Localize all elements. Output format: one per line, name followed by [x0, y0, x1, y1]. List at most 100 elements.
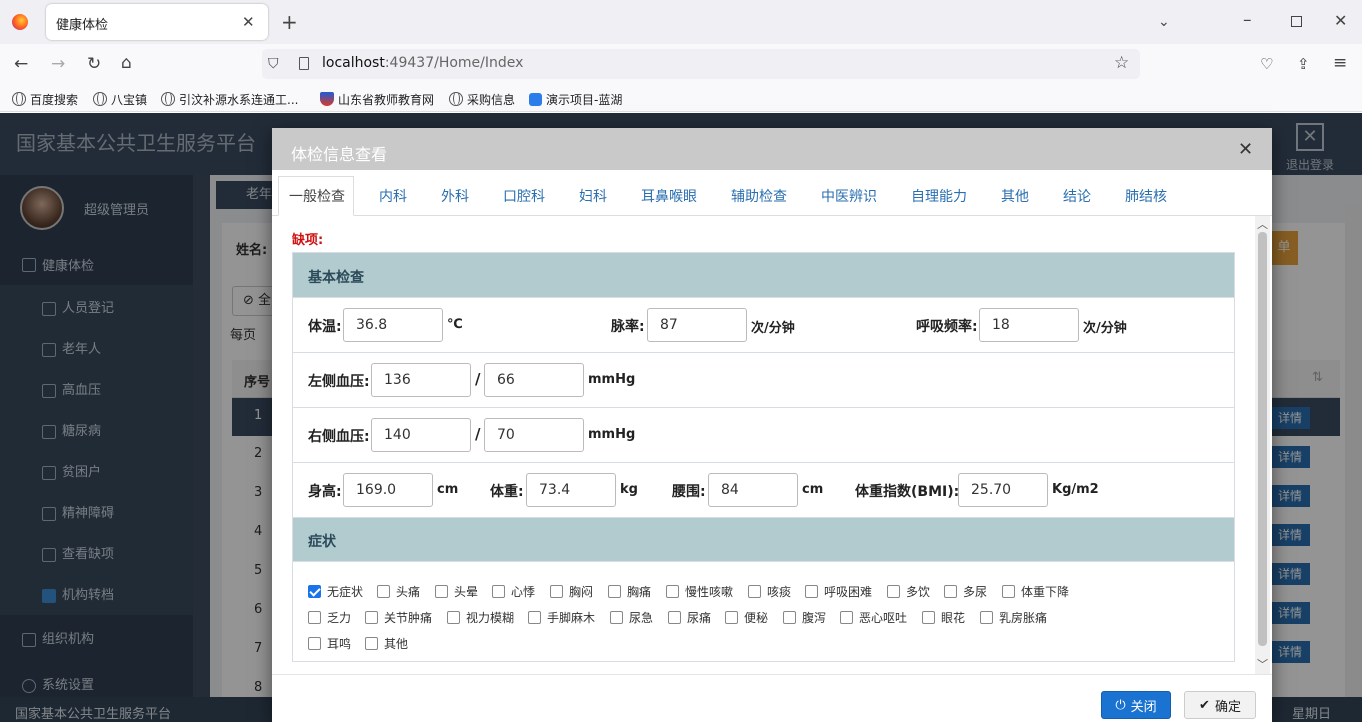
resp-input[interactable]: 18 [979, 308, 1079, 342]
tab-tuberculosis[interactable]: 肺结核 [1125, 186, 1167, 206]
symptom-checkbox[interactable]: 无症状 [308, 583, 363, 600]
tab-ent-eye[interactable]: 耳鼻喉眼 [641, 186, 697, 206]
symptom-checkbox[interactable]: 慢性咳嗽 [666, 583, 733, 600]
checkbox-checked[interactable] [308, 585, 321, 598]
extensions-icon[interactable]: ⇪ [1297, 54, 1310, 74]
checkbox[interactable] [435, 585, 448, 598]
checkbox[interactable] [1002, 585, 1015, 598]
symptom-checkbox[interactable]: 关节肿痛 [365, 609, 432, 626]
checkbox[interactable] [377, 585, 390, 598]
temp-input[interactable]: 36.8 [343, 308, 443, 342]
tab-other[interactable]: 其他 [1001, 186, 1029, 206]
checkbox[interactable] [725, 611, 738, 624]
checkbox[interactable] [447, 611, 460, 624]
symptom-checkbox[interactable]: 胸痛 [608, 583, 651, 600]
scroll-thumb[interactable] [1258, 232, 1267, 646]
scroll-up-icon[interactable]: ︿ [1257, 216, 1268, 232]
symptom-checkbox[interactable]: 其他 [365, 635, 408, 652]
checkbox[interactable] [748, 585, 761, 598]
pulse-input[interactable]: 87 [647, 308, 747, 342]
checkbox[interactable] [308, 637, 321, 650]
home-icon[interactable]: ⌂ [121, 53, 132, 73]
checkbox[interactable] [840, 611, 853, 624]
checkbox[interactable] [610, 611, 623, 624]
checkbox[interactable] [783, 611, 796, 624]
symptom-checkbox[interactable]: 尿痛 [668, 609, 711, 626]
restore-icon[interactable] [1291, 16, 1302, 27]
checkbox[interactable] [887, 585, 900, 598]
left-bp-diastolic-input[interactable]: 66 [484, 363, 584, 397]
back-icon[interactable]: ← [14, 54, 28, 74]
scroll-down-icon[interactable]: ﹀ [1257, 656, 1268, 672]
left-bp-systolic-input[interactable]: 136 [371, 363, 471, 397]
close-button[interactable]: ⏻ 关闭 [1101, 691, 1171, 719]
symptom-checkbox[interactable]: 咳痰 [748, 583, 791, 600]
dialog-scrollbar[interactable]: ︿ ﹀ [1255, 216, 1270, 674]
forward-icon[interactable]: → [51, 54, 65, 74]
checkbox[interactable] [608, 585, 621, 598]
checkbox[interactable] [308, 611, 321, 624]
symptom-checkbox[interactable]: 呼吸困难 [805, 583, 872, 600]
symptom-checkbox[interactable]: 恶心呕吐 [840, 609, 907, 626]
symptom-checkbox[interactable]: 眼花 [922, 609, 965, 626]
height-input[interactable]: 169.0 [343, 473, 433, 507]
symptom-checkbox[interactable]: 腹泻 [783, 609, 826, 626]
new-tab-icon[interactable]: + [281, 12, 298, 32]
tab-tcm[interactable]: 中医辨识 [821, 186, 877, 206]
checkbox[interactable] [980, 611, 993, 624]
window-close-icon[interactable]: ✕ [1334, 11, 1347, 31]
symptom-checkbox[interactable]: 胸闷 [550, 583, 593, 600]
right-bp-diastolic-input[interactable]: 70 [484, 418, 584, 452]
symptom-checkbox[interactable]: 头痛 [377, 583, 420, 600]
url-bar[interactable]: ⛉ localhost:49437/Home/Index ☆ [262, 49, 1140, 79]
checkbox[interactable] [922, 611, 935, 624]
tab-general-label[interactable]: 一般检查 [289, 186, 345, 206]
symptom-checkbox[interactable]: 乏力 [308, 609, 351, 626]
firefox-icon[interactable] [12, 14, 28, 30]
shield-icon[interactable]: ⛉ [268, 54, 279, 74]
tab-internal[interactable]: 内科 [379, 186, 407, 206]
tab-dental[interactable]: 口腔科 [503, 186, 545, 206]
checkbox[interactable] [365, 611, 378, 624]
right-bp-systolic-input[interactable]: 140 [371, 418, 471, 452]
tab-self-care[interactable]: 自理能力 [911, 186, 967, 206]
bmi-input[interactable]: 25.70 [958, 473, 1048, 507]
pocket-icon[interactable]: ♡ [1260, 54, 1273, 74]
symptom-checkbox[interactable]: 手脚麻木 [528, 609, 595, 626]
tab-surgery[interactable]: 外科 [441, 186, 469, 206]
minimize-icon[interactable]: – [1243, 10, 1252, 30]
weight-input[interactable]: 73.4 [526, 473, 616, 507]
tab-gynecology[interactable]: 妇科 [579, 186, 607, 206]
symptom-checkbox[interactable]: 视力模糊 [447, 609, 514, 626]
bookmark-star-icon[interactable]: ☆ [1114, 53, 1129, 73]
checkbox[interactable] [666, 585, 679, 598]
symptom-checkbox[interactable]: 心悸 [492, 583, 535, 600]
checkbox[interactable] [805, 585, 818, 598]
symptom-checkbox[interactable]: 多尿 [944, 583, 987, 600]
symptom-checkbox[interactable]: 头晕 [435, 583, 478, 600]
tab-close-icon[interactable]: ✕ [242, 12, 255, 32]
symptom-checkbox[interactable]: 便秘 [725, 609, 768, 626]
bookmark-procurement[interactable]: 采购信息 [449, 90, 515, 108]
waist-input[interactable]: 84 [708, 473, 798, 507]
symptom-checkbox[interactable]: 体重下降 [1002, 583, 1069, 600]
symptom-checkbox[interactable]: 乳房胀痛 [980, 609, 1047, 626]
bookmark-lanhu[interactable]: 演示项目-蓝湖 [529, 90, 622, 108]
confirm-button[interactable]: ✔ 确定 [1184, 691, 1256, 719]
reload-icon[interactable]: ↻ [87, 54, 101, 74]
bookmark-babaozhen[interactable]: 八宝镇 [93, 90, 147, 108]
dialog-close-icon[interactable]: ✕ [1238, 139, 1253, 160]
symptom-checkbox[interactable]: 耳鸣 [308, 635, 351, 652]
checkbox[interactable] [550, 585, 563, 598]
bookmark-baidu[interactable]: 百度搜索 [12, 90, 78, 108]
menu-icon[interactable]: ≡ [1333, 53, 1347, 73]
tab-list-icon[interactable]: ⌄ [1158, 12, 1170, 32]
checkbox[interactable] [492, 585, 505, 598]
symptom-checkbox[interactable]: 多饮 [887, 583, 930, 600]
checkbox[interactable] [365, 637, 378, 650]
checkbox[interactable] [944, 585, 957, 598]
browser-tab[interactable]: 健康体检 ✕ [46, 4, 268, 40]
tab-auxiliary[interactable]: 辅助检查 [731, 186, 787, 206]
bookmark-teacher-edu[interactable]: 山东省教师教育网 [320, 90, 434, 108]
checkbox[interactable] [528, 611, 541, 624]
